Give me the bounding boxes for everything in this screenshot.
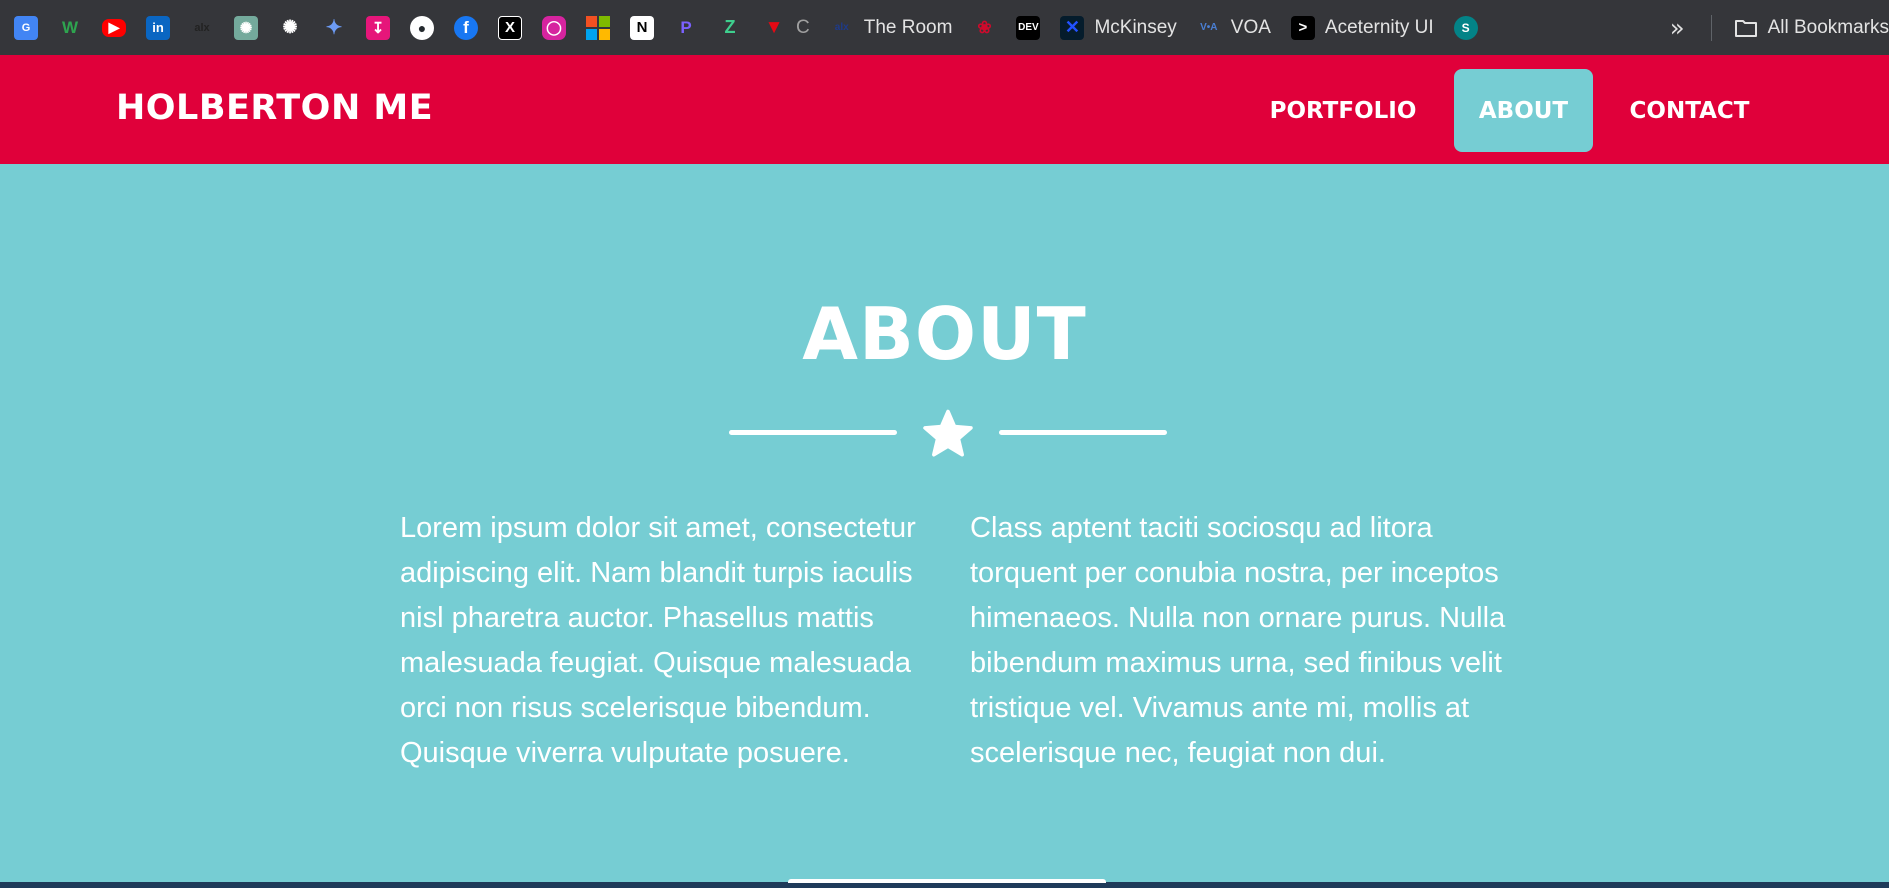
bookmark-gemini[interactable]: ✦ (322, 10, 346, 46)
star-icon (923, 409, 973, 457)
bookmark-c[interactable]: ▼ C (762, 10, 810, 46)
bookmark-sharepoint[interactable]: S (1453, 10, 1478, 46)
about-paragraph-left: Lorem ipsum dolor sit amet, consectetur … (400, 512, 916, 769)
alx-icon: alx (194, 21, 210, 34)
dev-icon: DEV (1016, 15, 1041, 40)
bookmark-label: Aceternity UI (1324, 16, 1434, 38)
bookmark-mckinsey[interactable]: ✕ McKinsey (1060, 10, 1177, 46)
all-bookmarks-label: All Bookmarks (1767, 16, 1889, 38)
bookmark-notion[interactable]: N (630, 10, 654, 46)
download-button-edge[interactable] (788, 879, 1106, 883)
nav-portfolio[interactable]: PORTFOLIO (1252, 69, 1434, 152)
folder-icon (1734, 19, 1757, 37)
bookmark-label: VOA (1230, 16, 1271, 38)
microsoft-icon (586, 15, 610, 40)
bookmark-label: McKinsey (1094, 16, 1177, 38)
v-icon: ▼ (764, 16, 784, 38)
more-bookmarks-button[interactable]: » (1670, 14, 1685, 42)
site-navbar: HOLBERTON ME PORTFOLIO ABOUT CONTACT (0, 55, 1889, 164)
google-translate-icon: G (14, 15, 38, 40)
mckinsey-icon: ✕ (1060, 15, 1085, 40)
bookmark-the-room[interactable]: alx The Room (830, 10, 953, 46)
bookmark-instagram[interactable]: ◯ (542, 10, 566, 46)
bookmark-download[interactable]: ↧ (366, 10, 390, 46)
about-heading: ABOUT (802, 292, 1087, 376)
sharepoint-icon: S (1453, 15, 1478, 40)
instagram-icon: ◯ (542, 15, 566, 40)
about-paragraph-right: Class aptent taciti sociosqu ad litora t… (970, 512, 1506, 769)
z-icon: Z (724, 17, 736, 37)
openai-icon: ✺ (282, 17, 298, 37)
huawei-icon: ❀ (977, 17, 992, 37)
divider-line-left (729, 430, 897, 435)
bookmark-chatgpt[interactable]: ✺ (234, 10, 258, 46)
bookmark-aceternity[interactable]: > Aceternity UI (1290, 10, 1434, 46)
p-icon: P (680, 17, 692, 37)
notion-icon: N (630, 15, 654, 40)
bookmark-x[interactable]: X (498, 10, 522, 46)
separator (1710, 14, 1712, 41)
x-icon: X (498, 15, 522, 40)
bookmark-voa[interactable]: V•A VOA (1197, 10, 1271, 46)
github-icon: ● (410, 15, 434, 40)
bookmark-github[interactable]: ● (410, 10, 434, 46)
youtube-icon: ▶ (102, 18, 126, 37)
linkedin-icon: in (146, 15, 170, 40)
all-bookmarks-button[interactable]: All Bookmarks (1734, 17, 1889, 39)
bookmark-w[interactable]: W (58, 10, 82, 46)
bookmark-huawei[interactable]: ❀ (972, 10, 996, 46)
voa-icon: V•A (1200, 22, 1218, 33)
alx-room-icon: alx (834, 22, 849, 33)
bookmark-openai[interactable]: ✺ (278, 10, 302, 46)
bookmark-z[interactable]: Z (718, 10, 742, 46)
bookmark-p[interactable]: P (674, 10, 698, 46)
divider-line-right (999, 430, 1167, 435)
bookmark-label: The Room (863, 16, 953, 38)
nav-contact[interactable]: CONTACT (1612, 69, 1767, 152)
bookmark-facebook[interactable]: f (454, 10, 478, 46)
site-brand[interactable]: HOLBERTON ME (116, 88, 433, 128)
gemini-icon: ✦ (325, 17, 343, 39)
aceternity-icon: > (1290, 15, 1315, 40)
nav-about[interactable]: ABOUT (1454, 69, 1593, 152)
bookmark-label: C (796, 16, 810, 38)
bookmarks-bar: G W ▶ in alx ✺ ✺ ✦ ↧ ● f X ◯ N P Z ▼ C a… (0, 0, 1889, 55)
bookmark-microsoft[interactable] (586, 10, 610, 46)
facebook-icon: f (454, 15, 478, 40)
chatgpt-icon: ✺ (234, 15, 258, 40)
bookmark-google-translate[interactable]: G (14, 10, 38, 46)
bookmark-dev[interactable]: DEV (1016, 10, 1041, 46)
bookmark-linkedin[interactable]: in (146, 10, 170, 46)
download-icon: ↧ (366, 15, 390, 40)
bookmark-youtube[interactable]: ▶ (102, 10, 126, 46)
bookmarks-bar-right: » All Bookmarks (1659, 0, 1889, 55)
w-icon: W (58, 15, 82, 40)
bookmark-alx[interactable]: alx (190, 10, 214, 46)
